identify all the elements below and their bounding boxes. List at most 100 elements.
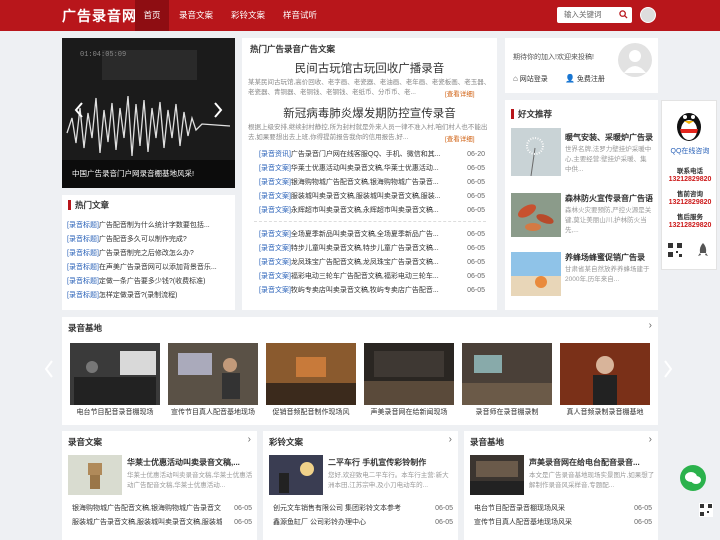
list-item[interactable]: [录音文案]银海购物城广告配音文稿,银海购物城广告录音... 06-05 — [259, 176, 485, 190]
list-item[interactable]: [录音文案]华莱士优惠活动叫卖录音文稿,华莱士优惠活动... 06-05 — [259, 162, 485, 176]
feature-title[interactable]: 华莱士优惠活动叫卖录音文稿,... — [127, 457, 254, 468]
list-item[interactable]: [录音文案]特步儿童叫卖录音文稿,特步儿童广告录音文稿... 06-05 — [259, 242, 485, 256]
image-slider[interactable]: 01:04:05:09 中国广告录音门户网录音棚基地风采! — [62, 38, 235, 188]
list-item[interactable]: [录音文案]全场夏季新品叫卖录音文稿,全场夏季新品广告... 06-05 — [259, 228, 485, 242]
hot-article-item[interactable]: [录音标题]定做一条广告要多少钱?(收费标准) — [67, 275, 231, 289]
studio-caption[interactable]: 电台节目配音录音棚现场 — [70, 407, 160, 417]
ringtone-column-list: 创元文车销售有限公司 集团彩铃文本参考 06-05 鑫源鱼缸厂 公司彩铃办理中心 0… — [273, 502, 453, 530]
nav-samples[interactable]: 样音试听 — [278, 0, 322, 31]
feature-thumb-boxman[interactable] — [68, 455, 122, 495]
copy-column-more-arrow-icon[interactable]: › — [248, 434, 251, 445]
thumb-beach-shell-image[interactable] — [511, 252, 561, 296]
studio-photo[interactable] — [266, 343, 356, 405]
studio-caption[interactable]: 宣传节目真人配音基地现场 — [168, 407, 258, 417]
search-input[interactable]: 输入关键词 — [557, 7, 632, 23]
ringtone-column-more-arrow-icon[interactable]: › — [449, 434, 452, 445]
qr-code-icon[interactable] — [699, 503, 713, 517]
studio-caption[interactable]: 声美录音网在给新闻现场 — [364, 407, 454, 417]
list-item-tag: [录音文案] — [259, 231, 291, 238]
thumb-dandelion-image[interactable] — [511, 128, 561, 176]
list-item-text: 全场夏季新品叫卖录音文稿,全场夏季新品广告... — [290, 231, 439, 238]
list-item-date: 06-05 — [467, 244, 485, 252]
thumb-leaves-image[interactable] — [511, 193, 561, 237]
search-icon[interactable] — [619, 10, 628, 19]
list-item[interactable]: 宣传节目真人配音基地现场风采 06-05 — [474, 516, 652, 530]
register-label: 免费注册 — [576, 76, 605, 83]
recommended-title: 好文推荐 — [511, 109, 552, 119]
list-divider — [254, 221, 486, 222]
login-link[interactable]: ⌂ 网站登录 — [513, 74, 548, 84]
hot-articles-panel: 热门文章 [录音标题]广告配音制为什么统计字数要包括... [录音标题]广告配音… — [62, 195, 235, 310]
list-item[interactable]: [录音文案]牧屿专卖店叫卖录音文稿,牧屿专卖店广告配音... 06-05 — [259, 284, 485, 298]
list-item[interactable]: [录音文案]龙凤珠宝广告配音文稿,龙凤珠宝广告录音文稿... 06-05 — [259, 256, 485, 270]
contact-phone-number[interactable]: 13212829820 — [662, 176, 718, 183]
user-icon: 👤 — [565, 74, 575, 83]
recommend-item-title[interactable]: 暖气安装、采暖炉广告录 — [565, 132, 657, 143]
studio-caption[interactable]: 真人音频录制录音棚基地 — [560, 407, 650, 417]
list-item-text: 电台节目配音录音棚现场风采 — [474, 505, 565, 512]
wechat-icon[interactable] — [679, 464, 707, 492]
studio-waveform-image: 01:04:05:09 — [62, 38, 235, 188]
list-item[interactable]: [录音资讯]广告录音门户网在线客服QQ、手机、微信和其... 06-20 — [259, 148, 485, 162]
nav-ringtone[interactable]: 彩铃文案 — [226, 0, 270, 31]
article-headline-2[interactable]: 新冠病毒肺炎爆发期防控宣传录音 — [242, 105, 497, 121]
svg-text:01:04:05:09: 01:04:05:09 — [80, 51, 126, 59]
list-item-date: 06-05 — [467, 272, 485, 280]
feature-title[interactable]: 二平车行 手机宣传彩铃制作 — [328, 457, 455, 468]
nav-home[interactable]: 首页 — [135, 0, 169, 31]
hot-article-item[interactable]: [录音标题]广告录音制完之后修改怎么办? — [67, 247, 231, 261]
qr-code-icon[interactable] — [667, 242, 683, 258]
studio-photo[interactable] — [70, 343, 160, 405]
article-more-link-1[interactable]: [查看详细] — [445, 88, 475, 98]
slider-next-arrow-icon[interactable] — [213, 102, 223, 118]
search-placeholder: 输入关键词 — [564, 10, 602, 19]
studio-photo[interactable] — [168, 343, 258, 405]
qq-online-link[interactable]: QQ在线咨询 — [662, 146, 718, 156]
feature-thumb-studio[interactable] — [470, 455, 524, 495]
site-logo[interactable]: 广告录音网 — [62, 6, 137, 26]
user-avatar-icon[interactable] — [640, 7, 656, 23]
qq-penguin-icon[interactable] — [672, 105, 706, 143]
studio-caption[interactable]: 录音师在录音棚录制 — [462, 407, 552, 417]
feature-desc: 您好,欢迎致电二平车行。本车行主营:新大洲本田,江苏宗申,及小刀电动车的... — [328, 472, 449, 489]
hot-article-item[interactable]: [录音标题]广告配音多久可以制作完成? — [67, 233, 231, 247]
studio-photo[interactable] — [364, 343, 454, 405]
list-item[interactable]: 服装城广告录音文稿,服装城叫卖录音文稿,服装城 06-05 — [72, 516, 252, 530]
studio-caption[interactable]: 促销音频配音制作现场风 — [266, 407, 356, 417]
list-item[interactable]: 银海购物城广告配音文稿,银海购物城广告录音文 06-05 — [72, 502, 252, 516]
presale-phone-number[interactable]: 13212829820 — [662, 199, 718, 206]
feature-thumb-sunset[interactable] — [269, 455, 323, 495]
studio-column-more-arrow-icon[interactable]: › — [649, 434, 652, 445]
studio-gallery-more-arrow-icon[interactable]: › — [649, 320, 652, 331]
slider-caption: 中国广告录音门户网录音棚基地风采! — [72, 169, 195, 178]
list-item-tag: [录音资讯] — [259, 151, 291, 158]
gallery-prev-arrow-icon[interactable] — [44, 360, 54, 378]
hot-article-item[interactable]: [录音标题]广告配音制为什么统计字数要包括... — [67, 219, 231, 233]
slider-prev-arrow-icon[interactable] — [74, 102, 84, 118]
studio-photo[interactable] — [462, 343, 552, 405]
aftersale-phone-number[interactable]: 13212829820 — [662, 222, 718, 229]
list-item[interactable]: [录音文案]永辉超市叫卖录音文稿,永辉超市叫卖录音文稿... 06-05 — [259, 204, 485, 218]
copy-column: 录音文案 › 华莱士优惠活动叫卖录音文稿,... 华莱士优惠活动叫卖录音文稿,华… — [62, 431, 257, 540]
back-to-top-rocket-icon[interactable] — [695, 242, 711, 258]
gallery-next-arrow-icon[interactable] — [663, 360, 673, 378]
hot-article-item[interactable]: [录音标题]在声美广告录音网可以添加背景音乐... — [67, 261, 231, 275]
list-item[interactable]: 鑫源鱼缸厂 公司彩铃办理中心 06-05 — [273, 516, 453, 530]
studio-photo[interactable] — [560, 343, 650, 405]
article-headline-1[interactable]: 民间古玩馆古玩回收广播录音 — [242, 60, 497, 76]
register-link[interactable]: 👤 免费注册 — [565, 74, 605, 84]
list-item-text: 华莱士优惠活动叫卖录音文稿,华莱士优惠活动... — [290, 164, 439, 172]
nav-copy[interactable]: 录音文案 — [174, 0, 218, 31]
article-more-link-2[interactable]: [查看详细] — [445, 133, 475, 143]
list-item[interactable]: [录音文案]福彩电动三轮车广告配音文稿,福彩电动三轮车... 06-05 — [259, 270, 485, 284]
recommend-item-title[interactable]: 森林防火宣传录音广告语 — [565, 193, 657, 204]
hot-article-tag: [录音标题] — [67, 250, 99, 257]
feature-title[interactable]: 声美录音网在给电台配音录音... — [529, 457, 655, 468]
hot-article-text: 怎样定做录音?(录制流程) — [98, 292, 178, 299]
list-item[interactable]: 电台节目配音录音棚现场风采 06-05 — [474, 502, 652, 516]
list-item[interactable]: 创元文车销售有限公司 集团彩铃文本参考 06-05 — [273, 502, 453, 516]
list-item-date: 06-05 — [467, 231, 485, 238]
list-item[interactable]: [录音文案]服装城叫卖录音文稿,服装城叫卖录音文稿,服装... 06-05 — [259, 190, 485, 204]
hot-article-item[interactable]: [录音标题]怎样定做录音?(录制流程) — [67, 289, 231, 303]
recommend-item-title[interactable]: 养蜂场蜂蜜促销广告录 — [565, 252, 657, 263]
